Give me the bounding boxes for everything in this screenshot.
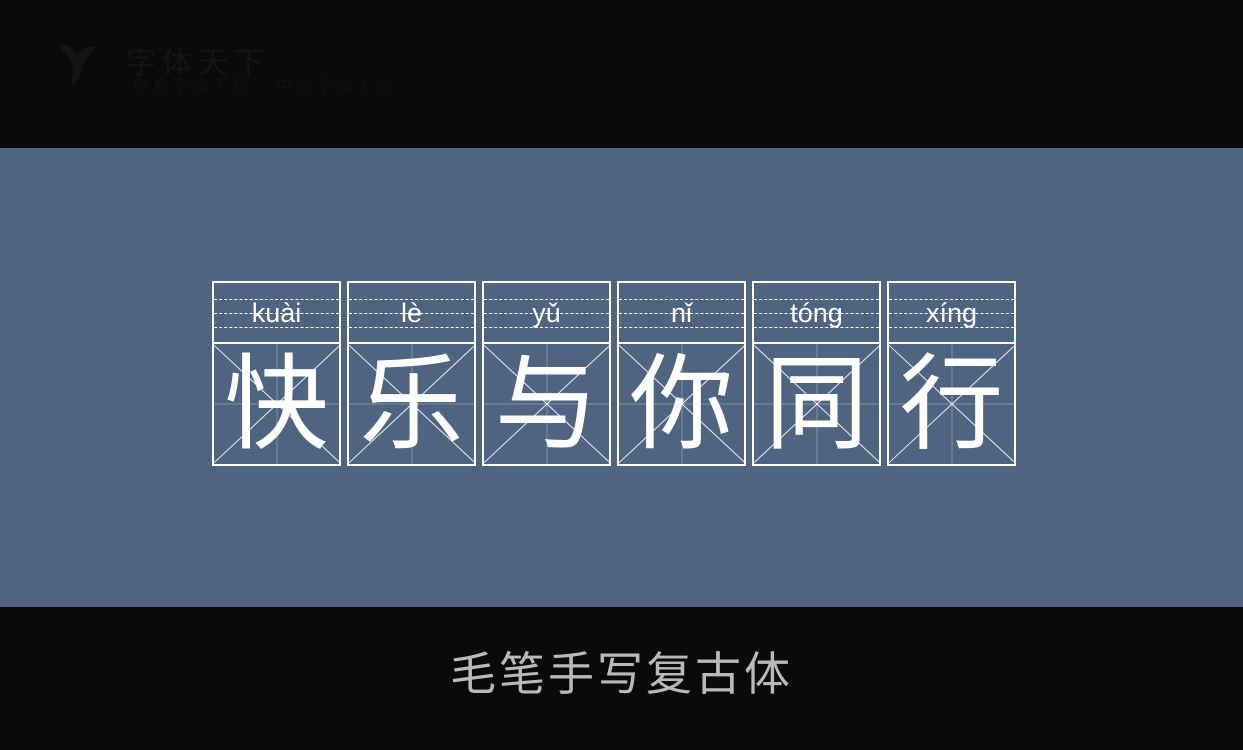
mizige-box: 快 [214, 344, 339, 464]
character-glyph: 行 [899, 344, 1004, 464]
pinyin-guide-box: kuài [214, 283, 339, 344]
character-cell: lè 乐 [347, 281, 476, 466]
pinyin-label: tóng [790, 298, 843, 328]
mizige-box: 乐 [349, 344, 474, 464]
character-glyph: 同 [764, 344, 869, 464]
site-header-banner: 字体天下 免费字体下载 · 中文字体大全 [0, 0, 1243, 148]
pinyin-label: lè [400, 298, 422, 328]
character-glyph: 快 [224, 344, 329, 464]
pinyin-guide-box: tóng [754, 283, 879, 344]
pinyin-guide-box: xíng [889, 283, 1014, 344]
pinyin-guide-box: nǐ [619, 283, 744, 344]
site-subtitle: 免费字体下载 · 中文字体大全 [132, 77, 397, 96]
font-name-bar: 毛笔手写复古体 [0, 607, 1243, 750]
pinyin-guide-box: yǔ [484, 283, 609, 344]
font-preview-page: 字体天下 免费字体下载 · 中文字体大全 kuài 快 lè 乐 yǔ 与 nǐ… [0, 0, 1243, 750]
mizige-box: 你 [619, 344, 744, 464]
pinyin-label: kuài [251, 298, 302, 328]
character-cell: tóng 同 [752, 281, 881, 466]
character-cell: xíng 行 [887, 281, 1016, 466]
mizige-box: 同 [754, 344, 879, 464]
mizige-box: 行 [889, 344, 1014, 464]
pinyin-label: yǔ [532, 298, 561, 328]
character-glyph: 你 [629, 344, 734, 464]
pinyin-label: xíng [925, 298, 978, 328]
mizige-box: 与 [484, 344, 609, 464]
character-cell: yǔ 与 [482, 281, 611, 466]
character-cell: nǐ 你 [617, 281, 746, 466]
font-name-label: 毛笔手写复古体 [450, 647, 793, 701]
character-grid: kuài 快 lè 乐 yǔ 与 nǐ 你 tóng 同 xíng 行 [212, 281, 1016, 466]
character-glyph: 与 [494, 344, 599, 464]
character-cell: kuài 快 [212, 281, 341, 466]
pinyin-guide-box: lè [349, 283, 474, 344]
font-preview-stage: kuài 快 lè 乐 yǔ 与 nǐ 你 tóng 同 xíng 行 [0, 148, 1243, 607]
pinyin-label: nǐ [670, 298, 692, 328]
character-glyph: 乐 [359, 344, 464, 464]
dove-logo-icon [50, 35, 108, 93]
